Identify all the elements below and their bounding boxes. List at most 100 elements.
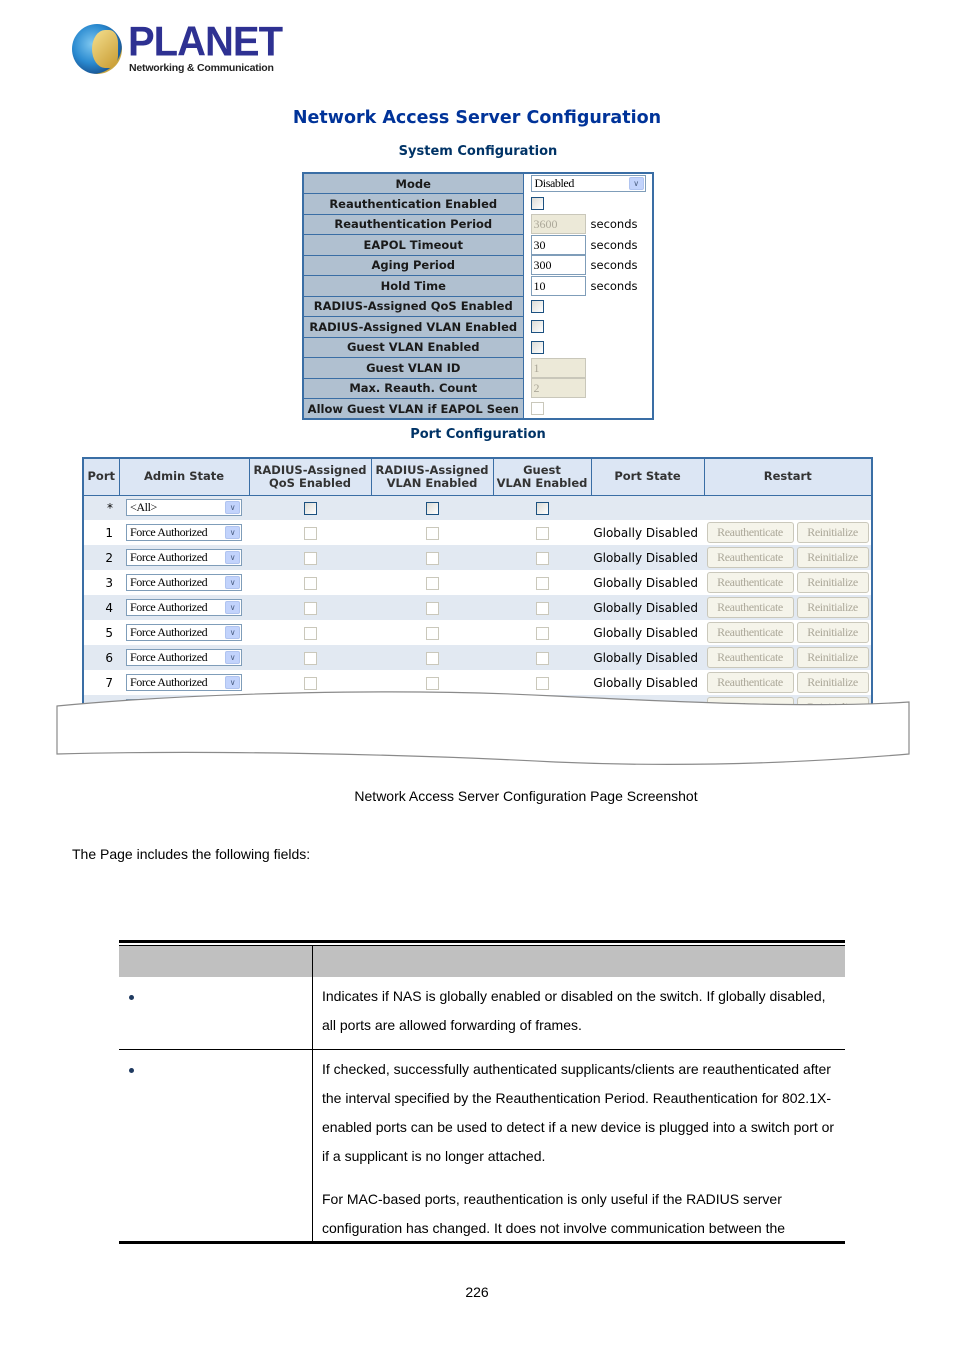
torn-edge-divider [56, 691, 910, 766]
system-config-row: Guest VLAN ID 1 [302, 357, 653, 379]
guest-vlan-all-checkbox[interactable] [535, 501, 549, 515]
admin-state-select[interactable]: Force Authorized ∨ [126, 624, 242, 641]
checkbox-cell [371, 545, 493, 570]
system-config-row: RADIUS-Assigned VLAN Enabled [302, 316, 653, 338]
chevron-down-icon[interactable]: ∨ [225, 651, 240, 664]
checkbox-cell [371, 645, 493, 670]
field-label: Guest VLAN ID [302, 357, 524, 379]
radius-qos-checkbox [303, 651, 317, 665]
admin-state-select[interactable]: Force Authorized ∨ [126, 599, 242, 616]
allow-guest-vlan-if-eapol-seen-checkbox [530, 401, 544, 415]
select-value: Force Authorized [130, 550, 208, 564]
column-header-port-state: Port State [590, 457, 705, 496]
reinitialize-button: Reinitialize [796, 572, 869, 593]
guest-vlan-checkbox [535, 526, 549, 540]
field-value-cell [523, 193, 653, 214]
page-title-text: Network Access Server Configuration [292, 108, 662, 128]
system-config-row: Max. Reauth. Count 2 [302, 377, 653, 399]
unit-label: seconds [590, 237, 638, 252]
field-name-cell [119, 1050, 313, 1241]
checkbox-cell [371, 495, 493, 520]
admin-state-all-select[interactable]: <All> ∨ [126, 499, 242, 517]
system-config-row: EAPOL Timeout 30 seconds [302, 234, 653, 256]
table-row: 2 Force Authorized ∨ Globally Disabled Reaut… [83, 545, 872, 570]
reinitialize-button: Reinitialize [796, 622, 869, 643]
port-number: 1 [83, 520, 119, 545]
unit-label: seconds [590, 217, 638, 232]
logo-brand: PLANET [128, 18, 283, 66]
chevron-down-icon[interactable]: ∨ [225, 626, 240, 639]
eapol-timeout-input[interactable]: 30 [530, 234, 586, 255]
mode-select[interactable]: Disabled ∨ [530, 175, 646, 193]
field-label: Reauthentication Enabled [302, 193, 524, 215]
table-row: 5 Force Authorized ∨ Globally Disabled Reaut… [83, 620, 872, 645]
admin-state-select[interactable]: Force Authorized ∨ [126, 574, 242, 591]
guest-vlan-enabled-checkbox[interactable] [530, 340, 544, 354]
restart-cell: ReauthenticateReinitialize [704, 545, 872, 570]
radius-assigned-qos-enabled-checkbox[interactable] [530, 299, 544, 313]
page-number: 226 [465, 1284, 489, 1300]
select-value: Force Authorized [130, 525, 208, 539]
field-label: Hold Time [302, 275, 524, 297]
guest-vlan-checkbox [535, 551, 549, 565]
radius-qos-checkbox [303, 526, 317, 540]
guest-vlan-checkbox [535, 601, 549, 615]
chevron-down-icon[interactable]: ∨ [628, 177, 644, 191]
unit-label: seconds [590, 278, 638, 293]
admin-state-select[interactable]: Force Authorized ∨ [126, 549, 242, 566]
radius-vlan-all-checkbox[interactable] [425, 501, 439, 515]
admin-state-cell: Force Authorized ∨ [119, 645, 249, 670]
reinitialize-button: Reinitialize [796, 647, 869, 668]
table-top-rule [119, 940, 845, 943]
radius-vlan-checkbox [425, 576, 439, 590]
reauthenticate-button: Reauthenticate [706, 522, 794, 543]
reauthenticate-button: Reauthenticate [706, 547, 794, 568]
field-name-cell [119, 977, 313, 1049]
field-value-cell: 10 seconds [523, 275, 653, 296]
field-label: Guest VLAN Enabled [302, 336, 524, 358]
field-value-cell [523, 316, 653, 337]
chevron-down-icon[interactable]: ∨ [225, 576, 240, 589]
table-row: 3 Force Authorized ∨ Globally Disabled Reaut… [83, 570, 872, 595]
radius-vlan-checkbox [425, 651, 439, 665]
logo-tagline: Networking & Communication [129, 62, 274, 74]
radius-assigned-vlan-enabled-checkbox[interactable] [530, 320, 544, 334]
radius-qos-all-checkbox[interactable] [303, 501, 317, 515]
reinitialize-button: Reinitialize [796, 522, 869, 543]
system-config-row: Reauthentication Period 3600 seconds [302, 213, 653, 235]
select-value: Force Authorized [130, 575, 208, 589]
port-config-container: Port Admin State RADIUS-Assigned QoS Enabl… [82, 457, 873, 707]
field-label: Max. Reauth. Count [302, 377, 524, 399]
radius-vlan-checkbox [425, 601, 439, 615]
admin-state-select[interactable]: Force Authorized ∨ [126, 649, 242, 666]
field-label: RADIUS-Assigned VLAN Enabled [302, 316, 524, 338]
radius-qos-checkbox [303, 576, 317, 590]
checkbox-cell [249, 520, 371, 545]
hold-time-input[interactable]: 10 [530, 275, 586, 296]
admin-state-cell: Force Authorized ∨ [119, 520, 249, 545]
system-config-row: Aging Period 300 seconds [302, 254, 653, 276]
admin-state-cell: Force Authorized ∨ [119, 570, 249, 595]
chevron-down-icon[interactable]: ∨ [225, 551, 240, 564]
select-value: Force Authorized [130, 675, 208, 689]
port-number: 3 [83, 570, 119, 595]
field-description-cell: Indicates if NAS is globally enabled or … [313, 977, 845, 1049]
reauthentication-enabled-checkbox[interactable] [530, 197, 544, 211]
restart-cell: ReauthenticateReinitialize [704, 570, 872, 595]
admin-state-select[interactable]: Force Authorized ∨ [126, 524, 242, 541]
table-row: 1 Force Authorized ∨ Globally Disabled Reaut… [83, 520, 872, 545]
checkbox-cell [249, 620, 371, 645]
description-paragraph: Indicates if NAS is globally enabled or … [322, 988, 826, 1033]
intro-text: The Page includes the following fields: [72, 846, 311, 862]
aging-period-input[interactable]: 300 [530, 255, 586, 276]
restart-cell: ReauthenticateReinitialize [704, 645, 872, 670]
chevron-down-icon[interactable]: ∨ [225, 601, 240, 614]
checkbox-cell [493, 620, 591, 645]
radius-vlan-checkbox [425, 551, 439, 565]
chevron-down-icon[interactable]: ∨ [225, 526, 240, 539]
port-number: * [83, 495, 119, 520]
checkbox-cell [493, 645, 591, 670]
chevron-down-icon[interactable]: ∨ [225, 501, 240, 515]
field-value-cell: 300 seconds [523, 255, 653, 276]
field-value-cell [523, 296, 653, 317]
